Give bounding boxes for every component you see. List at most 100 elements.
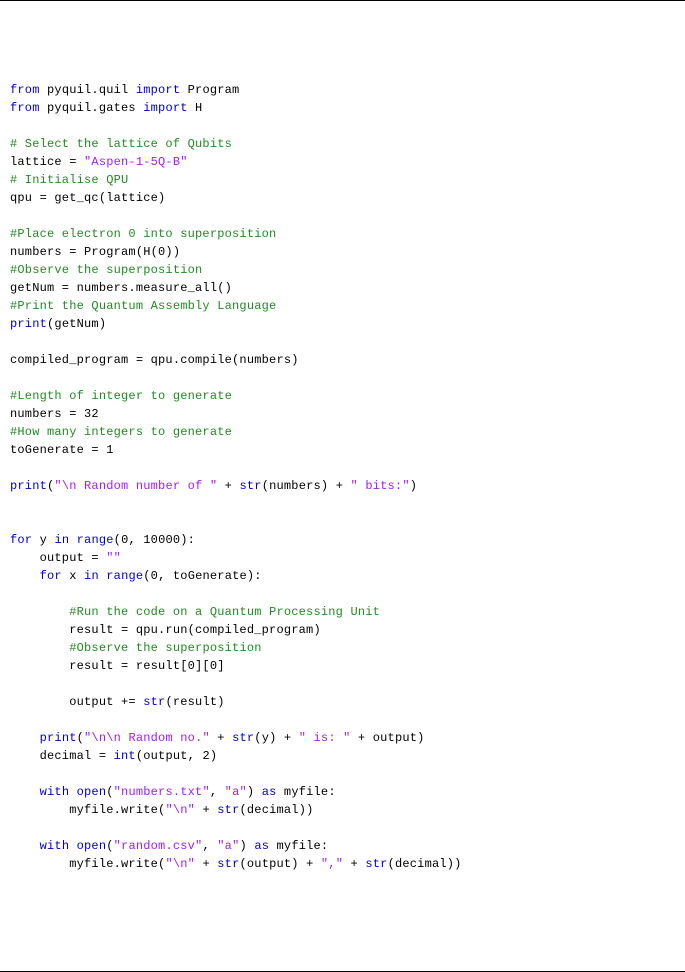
code-line: print("\n\n Random no." + str(y) + " is:… (10, 729, 675, 747)
code-token (10, 605, 69, 619)
code-line: for y in range(0, 10000): (10, 531, 675, 549)
code-line: result = qpu.run(compiled_program) (10, 621, 675, 639)
code-token: , (202, 839, 217, 853)
code-token: , (210, 785, 225, 799)
code-line: #Observe the superposition (10, 639, 675, 657)
code-line: result = result[0][0] (10, 657, 675, 675)
code-token: ( (106, 785, 113, 799)
code-line: #Print the Quantum Assembly Language (10, 297, 675, 315)
code-token: str (217, 803, 239, 817)
code-token: (result) (165, 695, 224, 709)
code-token: decimal = (10, 749, 114, 763)
code-token: ) (410, 479, 417, 493)
code-token: output += (10, 695, 143, 709)
code-token: print (10, 479, 47, 493)
code-token: output = (10, 551, 106, 565)
code-token: + (217, 479, 239, 493)
code-token: #Length of integer to generate (10, 389, 232, 403)
code-token: "" (106, 551, 121, 565)
code-token: "\n" (165, 857, 195, 871)
code-token: ) (240, 839, 255, 853)
code-token: ( (77, 731, 84, 745)
code-token: (decimal)) (388, 857, 462, 871)
code-line (10, 765, 675, 783)
code-token: import (143, 101, 187, 115)
code-token: "\n\n Random no." (84, 731, 210, 745)
code-line: myfile.write("\n" + str(decimal)) (10, 801, 675, 819)
code-token: qpu = get_qc(lattice) (10, 191, 165, 205)
code-token: "Aspen-1-5Q-B" (84, 155, 188, 169)
code-token: #Observe the superposition (69, 641, 261, 655)
code-token: + (195, 857, 217, 871)
code-token: print (40, 731, 77, 745)
code-token: #How many integers to generate (10, 425, 232, 439)
code-token: myfile.write( (10, 803, 165, 817)
code-token: toGenerate = 1 (10, 443, 114, 457)
code-token: str (143, 695, 165, 709)
code-token: myfile: (277, 785, 336, 799)
code-token: #Place electron 0 into superposition (10, 227, 276, 241)
code-token: (0, 10000): (114, 533, 195, 547)
code-token: myfile: (269, 839, 328, 853)
code-token: str (232, 731, 254, 745)
code-line: qpu = get_qc(lattice) (10, 189, 675, 207)
code-line: print(getNum) (10, 315, 675, 333)
code-token: str (239, 479, 261, 493)
code-token: for (10, 533, 32, 547)
code-token: in (84, 569, 99, 583)
code-token (10, 569, 40, 583)
code-token: numbers = 32 (10, 407, 99, 421)
code-line: output = "" (10, 549, 675, 567)
code-token: ( (106, 839, 113, 853)
code-token: range (77, 533, 114, 547)
code-token: "\n" (165, 803, 195, 817)
code-line: with open("random.csv", "a") as myfile: (10, 837, 675, 855)
code-line (10, 711, 675, 729)
code-token: pyquil.quil (40, 83, 136, 97)
code-token: (0, toGenerate): (143, 569, 261, 583)
code-line: numbers = 32 (10, 405, 675, 423)
code-line: myfile.write("\n" + str(output) + "," + … (10, 855, 675, 873)
code-line: getNum = numbers.measure_all() (10, 279, 675, 297)
code-token: myfile.write( (10, 857, 165, 871)
code-line (10, 513, 675, 531)
code-token: open (77, 839, 107, 853)
code-line: # Select the lattice of Qubits (10, 135, 675, 153)
code-token: "\n Random number of " (54, 479, 217, 493)
code-line: toGenerate = 1 (10, 441, 675, 459)
code-line: #Observe the superposition (10, 261, 675, 279)
code-token: numbers = Program(H(0)) (10, 245, 180, 259)
code-line (10, 459, 675, 477)
code-line: numbers = Program(H(0)) (10, 243, 675, 261)
code-token (10, 839, 40, 853)
code-token: + (210, 731, 232, 745)
code-listing: from pyquil.quil import Programfrom pyqu… (10, 81, 675, 873)
code-token: # Initialise QPU (10, 173, 128, 187)
code-token: (y) + (254, 731, 298, 745)
code-token: in (54, 533, 69, 547)
code-token: " bits:" (351, 479, 410, 493)
code-token: Program (180, 83, 239, 97)
code-token: + (195, 803, 217, 817)
code-token: # Select the lattice of Qubits (10, 137, 232, 151)
code-line: #How many integers to generate (10, 423, 675, 441)
code-line: decimal = int(output, 2) (10, 747, 675, 765)
code-token: H (188, 101, 203, 115)
code-token: import (136, 83, 180, 97)
code-token: str (217, 857, 239, 871)
code-line: lattice = "Aspen-1-5Q-B" (10, 153, 675, 171)
code-token: open (77, 785, 107, 799)
code-token (10, 785, 40, 799)
code-line: print("\n Random number of " + str(numbe… (10, 477, 675, 495)
code-token: " is: " (299, 731, 351, 745)
code-line (10, 117, 675, 135)
code-line (10, 333, 675, 351)
code-token: as (262, 785, 277, 799)
code-token: (decimal)) (239, 803, 313, 817)
code-token: + output) (351, 731, 425, 745)
code-line (10, 495, 675, 513)
code-token: (getNum) (47, 317, 106, 331)
code-token: pyquil.gates (40, 101, 144, 115)
code-token: "a" (217, 839, 239, 853)
code-token: y (32, 533, 54, 547)
